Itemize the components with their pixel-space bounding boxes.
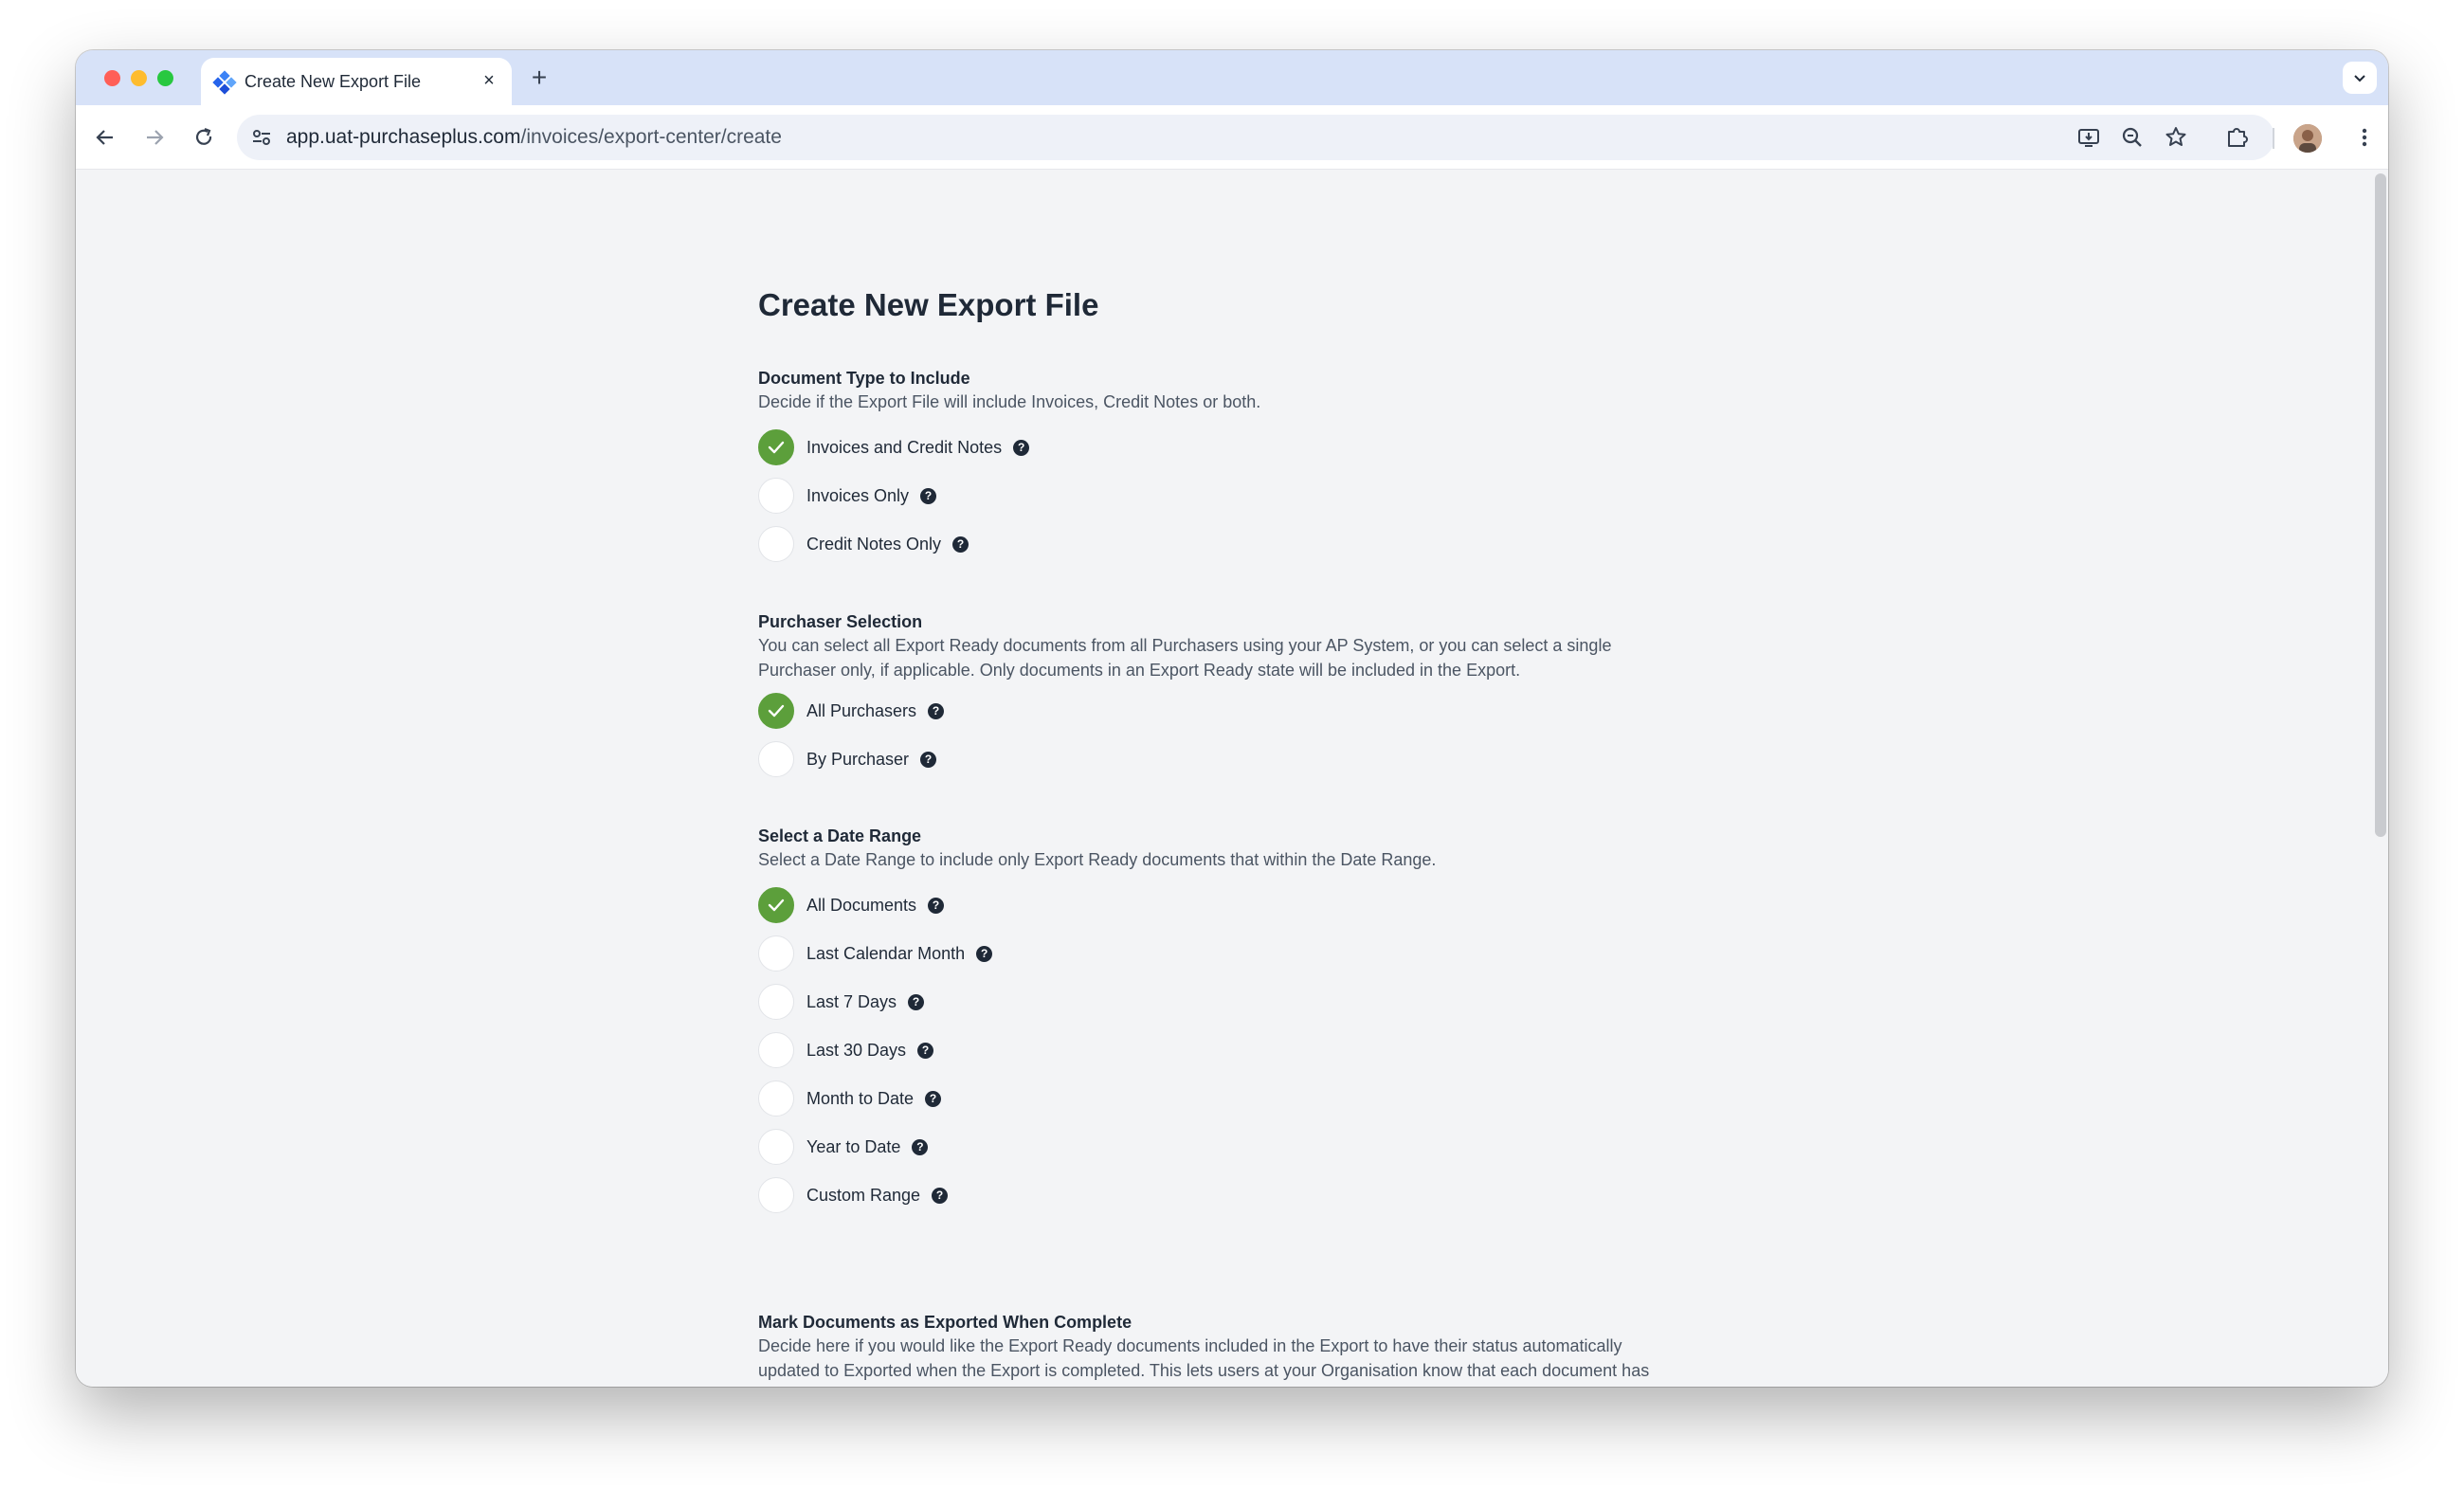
option-label: Credit Notes Only — [806, 534, 942, 554]
help-icon[interactable]: ? — [925, 1090, 942, 1107]
option-all-documents[interactable]: All Documents ? — [758, 886, 945, 924]
section-title: Purchaser Selection — [758, 612, 923, 631]
radio-checked[interactable] — [758, 693, 794, 729]
bookmark-star-icon[interactable] — [2163, 124, 2189, 151]
section-description: You can select all Export Ready document… — [758, 636, 1612, 680]
option-last-7-days[interactable]: Last 7 Days ? — [758, 983, 925, 1021]
radio-unchecked[interactable] — [758, 1129, 794, 1165]
option-label: Invoices and Credit Notes — [806, 437, 1003, 457]
section-title: Mark Documents as Exported When Complete — [758, 1313, 1132, 1332]
url-path: /invoices/export-center/create — [520, 126, 782, 148]
option-by-purchaser[interactable]: By Purchaser ? — [758, 740, 937, 778]
kebab-menu-icon[interactable] — [2350, 123, 2379, 152]
option-label: All Documents — [806, 895, 917, 915]
option-last-30-days[interactable]: Last 30 Days ? — [758, 1031, 934, 1069]
help-icon[interactable]: ? — [976, 945, 993, 962]
help-icon[interactable]: ? — [928, 897, 945, 914]
radio-unchecked[interactable] — [758, 935, 794, 971]
vertical-scrollbar[interactable] — [2375, 173, 2386, 837]
option-invoices-and-credit-notes[interactable]: Invoices and Credit Notes ? — [758, 428, 1030, 466]
radio-checked[interactable] — [758, 429, 794, 465]
option-label: By Purchaser — [806, 749, 910, 769]
reload-icon[interactable] — [188, 121, 220, 154]
url-text[interactable]: app.uat-purchaseplus.com/invoices/export… — [286, 126, 782, 149]
tab-strip: Create New Export File × + — [76, 50, 2388, 105]
help-icon[interactable]: ? — [908, 993, 925, 1010]
option-label: All Purchasers — [806, 700, 917, 720]
back-arrow-icon[interactable] — [89, 121, 121, 154]
url-host: app.uat-purchaseplus.com — [286, 126, 521, 148]
tab-list-chevron-icon[interactable] — [2343, 62, 2377, 94]
purchaseplus-favicon-icon — [212, 70, 237, 95]
help-icon[interactable]: ? — [952, 536, 969, 553]
forward-arrow-icon[interactable] — [138, 121, 171, 154]
radio-unchecked[interactable] — [758, 478, 794, 514]
section-description: Select a Date Range to include only Expo… — [758, 850, 1437, 869]
radio-checked[interactable] — [758, 887, 794, 923]
section-description: Decide here if you would like the Export… — [758, 1336, 1650, 1387]
new-tab-button[interactable]: + — [526, 64, 553, 92]
page-content[interactable]: Create New Export File Document Type to … — [76, 170, 2388, 1387]
section-title: Document Type to Include — [758, 369, 970, 388]
section-purchaser-selection: Purchaser Selection You can select all E… — [758, 609, 1706, 777]
zoom-icon[interactable] — [2119, 124, 2146, 151]
page-title: Create New Export File — [758, 287, 1099, 322]
radio-unchecked[interactable] — [758, 1032, 794, 1068]
option-label: Last Calendar Month — [806, 943, 966, 963]
browser-window: Create New Export File × + app.uat-purch… — [76, 50, 2388, 1387]
help-icon[interactable]: ? — [912, 1138, 929, 1155]
section-description: Decide if the Export File will include I… — [758, 392, 1261, 411]
install-app-icon[interactable] — [2075, 124, 2102, 151]
radio-unchecked[interactable] — [758, 1177, 794, 1213]
profile-avatar[interactable] — [2293, 124, 2322, 153]
maximize-window-button[interactable] — [157, 70, 173, 86]
extensions-puzzle-icon[interactable] — [2223, 123, 2252, 152]
section-title: Select a Date Range — [758, 826, 922, 845]
radio-unchecked[interactable] — [758, 526, 794, 562]
help-icon[interactable]: ? — [920, 751, 937, 768]
option-label: Year to Date — [806, 1136, 901, 1156]
help-icon[interactable]: ? — [928, 702, 945, 719]
address-bar[interactable]: app.uat-purchaseplus.com/invoices/export… — [237, 115, 2274, 160]
radio-unchecked[interactable] — [758, 1080, 794, 1117]
option-last-calendar-month[interactable]: Last Calendar Month ? — [758, 935, 993, 972]
help-icon[interactable]: ? — [1013, 439, 1030, 456]
section-mark-exported: Mark Documents as Exported When Complete… — [758, 1310, 1706, 1387]
minimize-window-button[interactable] — [131, 70, 147, 86]
check-icon — [768, 441, 785, 454]
site-info-icon[interactable] — [250, 126, 273, 149]
check-icon — [768, 704, 785, 717]
option-label: Custom Range — [806, 1185, 921, 1205]
help-icon[interactable]: ? — [917, 1042, 934, 1059]
section-document-type: Document Type to Include Decide if the E… — [758, 366, 1706, 562]
tab-title: Create New Export File — [245, 72, 422, 91]
option-invoices-only[interactable]: Invoices Only ? — [758, 477, 937, 515]
close-window-button[interactable] — [104, 70, 120, 86]
radio-unchecked[interactable] — [758, 984, 794, 1020]
check-icon — [768, 899, 785, 912]
toolbar-separator — [2273, 128, 2274, 149]
help-icon[interactable]: ? — [932, 1187, 949, 1204]
option-month-to-date[interactable]: Month to Date ? — [758, 1080, 942, 1117]
option-credit-notes-only[interactable]: Credit Notes Only ? — [758, 525, 969, 563]
option-label: Last 30 Days — [806, 1040, 907, 1060]
radio-unchecked[interactable] — [758, 741, 794, 777]
option-custom-range[interactable]: Custom Range ? — [758, 1176, 949, 1214]
section-date-range: Select a Date Range Select a Date Range … — [758, 824, 1706, 1213]
option-label: Month to Date — [806, 1088, 915, 1108]
browser-toolbar: app.uat-purchaseplus.com/invoices/export… — [76, 105, 2388, 170]
option-label: Last 7 Days — [806, 991, 897, 1011]
help-icon[interactable]: ? — [920, 487, 937, 504]
option-label: Invoices Only — [806, 485, 910, 505]
tab-close-icon[interactable]: × — [478, 69, 500, 92]
option-year-to-date[interactable]: Year to Date ? — [758, 1128, 929, 1166]
active-tab[interactable]: Create New Export File × — [201, 58, 512, 105]
option-all-purchasers[interactable]: All Purchasers ? — [758, 692, 945, 730]
